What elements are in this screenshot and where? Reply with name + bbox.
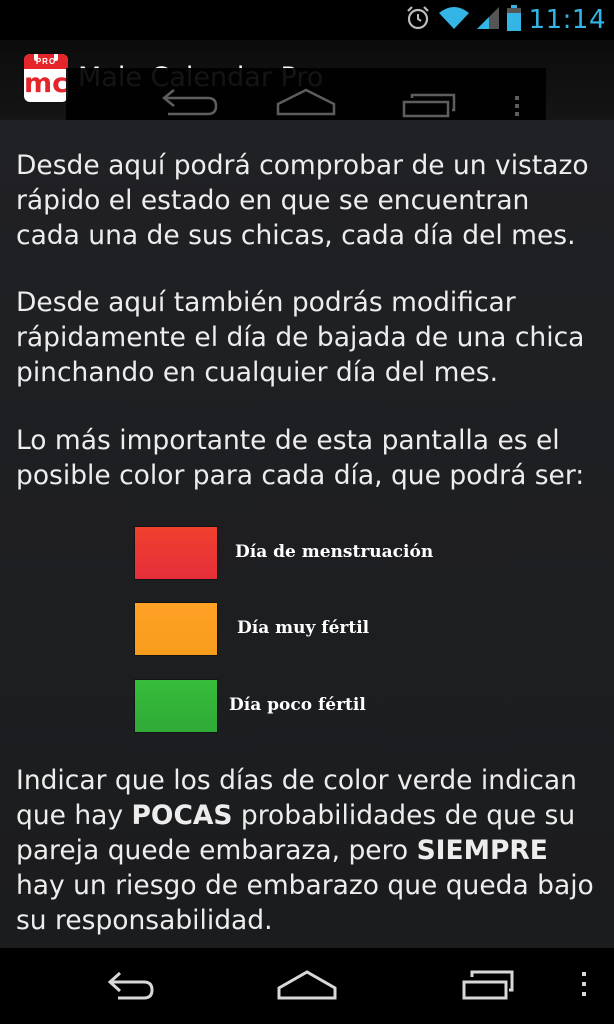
emphasis-siempre: SIEMPRE [416,835,548,866]
help-content: Desde aquí podrá comprobar de un vistazo… [0,120,614,948]
battery-icon [506,4,521,37]
back-icon [100,964,160,1009]
legend-label: Día muy fértil [237,618,370,638]
overflow-menu-button[interactable] [566,948,602,1024]
emphasis-pocas: POCAS [131,800,233,831]
recents-button[interactable] [438,948,538,1024]
legend-item-very-fertile: Día muy fértil [0,603,614,657]
clock: 11:14 [528,5,606,35]
legend-label: Día poco fértil [229,695,366,715]
home-icon [275,964,339,1009]
warning-text: hay un riesgo de embarazo que queda bajo… [16,870,594,936]
app-logo[interactable]: PRO mc [24,54,68,102]
legend-item-low-fertile: Día poco fértil [0,680,614,734]
logo-badge: PRO [35,57,57,66]
recents-icon [458,964,518,1009]
logo-text: mc [24,68,68,99]
overflow-menu-icon [579,969,589,1004]
paragraph-intro: Desde aquí podrá comprobar de un vistazo… [16,150,589,251]
orange-swatch [135,603,217,655]
wifi-icon [438,5,469,36]
navigation-bar [0,948,614,1024]
paragraph-colors: Lo más importante de esta pantalla es el… [16,425,585,491]
legend-item-menstruation: Día de menstruación [0,527,614,581]
alarm-icon [405,5,431,36]
status-bar: 11:14 [0,0,614,40]
red-swatch [135,527,217,579]
back-button[interactable] [80,948,180,1024]
status-icons: 11:14 [405,0,606,40]
home-button[interactable] [257,948,357,1024]
paragraph-warning: Indicar que los días de color verde indi… [16,763,600,938]
paragraph-modify: Desde aquí también podrás modificar rápi… [16,287,585,388]
signal-icon [476,5,499,36]
green-swatch [135,680,217,732]
legend-label: Día de menstruación [235,542,434,562]
screen: 11:14 PRO mc Male Calendar Pro [0,0,614,1024]
